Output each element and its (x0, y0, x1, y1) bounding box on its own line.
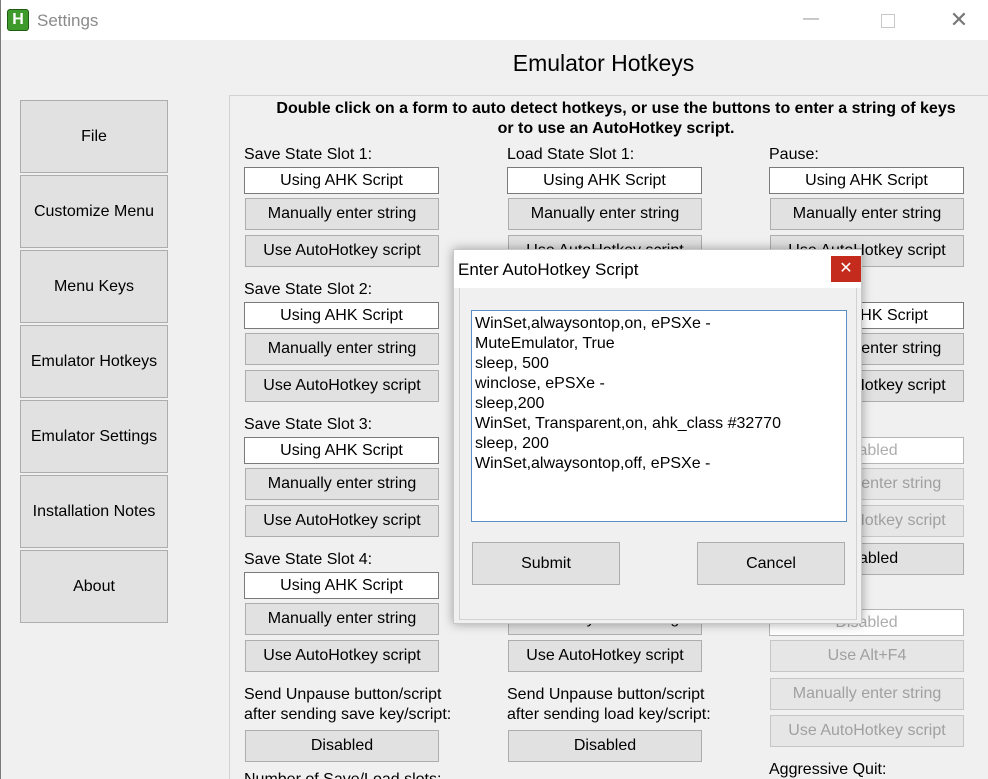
save-slot-2-field[interactable]: Using AHK Script (244, 302, 439, 329)
script-textarea[interactable]: WinSet,alwaysontop,on, ePSXe - MuteEmula… (471, 310, 847, 522)
load-slot-1-label: Load State Slot 1: (507, 146, 635, 163)
dialog-close-icon[interactable]: ✕ (831, 256, 861, 282)
sidebar-item-label: Emulator Settings (30, 427, 158, 445)
save-slot-2-label: Save State Slot 2: (244, 281, 373, 298)
load-unpause-label-line: after sending load key/script: (507, 706, 711, 723)
settings-window: H Settings — ✕ Emulator Hotkeys File Cus… (0, 0, 988, 779)
instructions-text: Double click on a form to auto detect ho… (246, 99, 986, 139)
submit-button[interactable]: Submit (472, 542, 620, 585)
save-slot-4-ahk-button[interactable]: Use AutoHotkey script (245, 640, 439, 672)
script-line: sleep, 500 (475, 355, 549, 372)
sidebar-item-about[interactable]: About (20, 550, 168, 623)
exit-manual-button[interactable]: Manually enter string (770, 678, 964, 710)
script-line: sleep, 200 (475, 435, 549, 452)
pause-label: Pause: (769, 146, 819, 163)
dialog-title-bar: Enter AutoHotkey Script ✕ (454, 250, 861, 288)
aggressive-quit-label: Aggressive Quit: (769, 761, 887, 778)
cancel-button[interactable]: Cancel (697, 542, 845, 585)
close-icon[interactable]: ✕ (944, 8, 974, 34)
save-unpause-label-line: after sending save key/script: (244, 706, 452, 723)
instructions-line: Double click on a form to auto detect ho… (276, 100, 956, 117)
save-slot-1-label: Save State Slot 1: (244, 146, 373, 163)
sidebar-item-installation-notes[interactable]: Installation Notes (20, 475, 168, 548)
load-slot-4-ahk-button[interactable]: Use AutoHotkey script (508, 640, 702, 672)
instructions-line: or to use an AutoHotkey script. (497, 120, 735, 137)
app-logo-icon: H (7, 9, 29, 31)
script-line: WinSet, Transparent,on, ahk_class #32770 (475, 415, 781, 432)
page-title: Emulator Hotkeys (512, 50, 695, 76)
sidebar-item-customize-menu[interactable]: Customize Menu (20, 175, 168, 248)
save-slot-1-field[interactable]: Using AHK Script (244, 167, 439, 194)
save-slot-1-manual-button[interactable]: Manually enter string (245, 198, 439, 230)
script-line: MuteEmulator, True (475, 335, 615, 352)
script-line: sleep,200 (475, 395, 545, 412)
sidebar-item-file[interactable]: File (20, 100, 168, 173)
minimize-icon[interactable]: — (796, 8, 826, 34)
save-slot-3-ahk-button[interactable]: Use AutoHotkey script (245, 505, 439, 537)
sidebar-item-label: Emulator Hotkeys (30, 352, 158, 370)
load-unpause-label-line: Send Unpause button/script (507, 686, 705, 703)
maximize-icon[interactable] (873, 8, 903, 34)
save-unpause-label: Send Unpause button/script after sending… (244, 685, 451, 725)
pause-manual-button[interactable]: Manually enter string (770, 198, 964, 230)
title-bar: H Settings — ✕ (1, 0, 988, 40)
save-slot-4-field[interactable]: Using AHK Script (244, 572, 439, 599)
dialog-title: Enter AutoHotkey Script (458, 260, 639, 279)
save-unpause-label-line: Send Unpause button/script (244, 686, 442, 703)
script-line: WinSet,alwaysontop,off, ePSXe - (475, 455, 711, 472)
save-slot-4-label: Save State Slot 4: (244, 551, 373, 568)
load-unpause-label: Send Unpause button/script after sending… (507, 685, 711, 725)
sidebar-item-label: File (81, 127, 107, 145)
sidebar-item-emulator-hotkeys[interactable]: Emulator Hotkeys (20, 325, 168, 398)
script-line: winclose, ePSXe - (475, 375, 605, 392)
save-load-slots-label: Number of Save/Load slots: (244, 771, 441, 779)
load-slot-1-field[interactable]: Using AHK Script (507, 167, 702, 194)
sidebar-item-menu-keys[interactable]: Menu Keys (20, 250, 168, 323)
ahk-script-dialog: Enter AutoHotkey Script ✕ WinSet,alwayso… (453, 249, 862, 624)
window-title: Settings (37, 11, 99, 30)
load-unpause-button[interactable]: Disabled (508, 730, 702, 762)
sidebar-item-label: Menu Keys (53, 277, 135, 295)
save-slot-3-label: Save State Slot 3: (244, 416, 373, 433)
pause-field[interactable]: Using AHK Script (769, 167, 964, 194)
save-slot-4-manual-button[interactable]: Manually enter string (245, 603, 439, 635)
save-slot-3-field[interactable]: Using AHK Script (244, 437, 439, 464)
use-alt-f4-button[interactable]: Use Alt+F4 (770, 640, 964, 672)
save-slot-2-manual-button[interactable]: Manually enter string (245, 333, 439, 365)
sidebar-item-emulator-settings[interactable]: Emulator Settings (20, 400, 168, 473)
sidebar-item-label: Installation Notes (32, 502, 156, 520)
save-slot-3-manual-button[interactable]: Manually enter string (245, 468, 439, 500)
save-slot-1-ahk-button[interactable]: Use AutoHotkey script (245, 235, 439, 267)
load-slot-1-manual-button[interactable]: Manually enter string (508, 198, 702, 230)
save-slot-2-ahk-button[interactable]: Use AutoHotkey script (245, 370, 439, 402)
script-line: WinSet,alwaysontop,on, ePSXe - (475, 315, 711, 332)
sidebar-item-label: About (73, 577, 115, 595)
sidebar-item-label: Customize Menu (33, 202, 155, 220)
exit-ahk-button[interactable]: Use AutoHotkey script (770, 715, 964, 747)
save-unpause-button[interactable]: Disabled (245, 730, 439, 762)
